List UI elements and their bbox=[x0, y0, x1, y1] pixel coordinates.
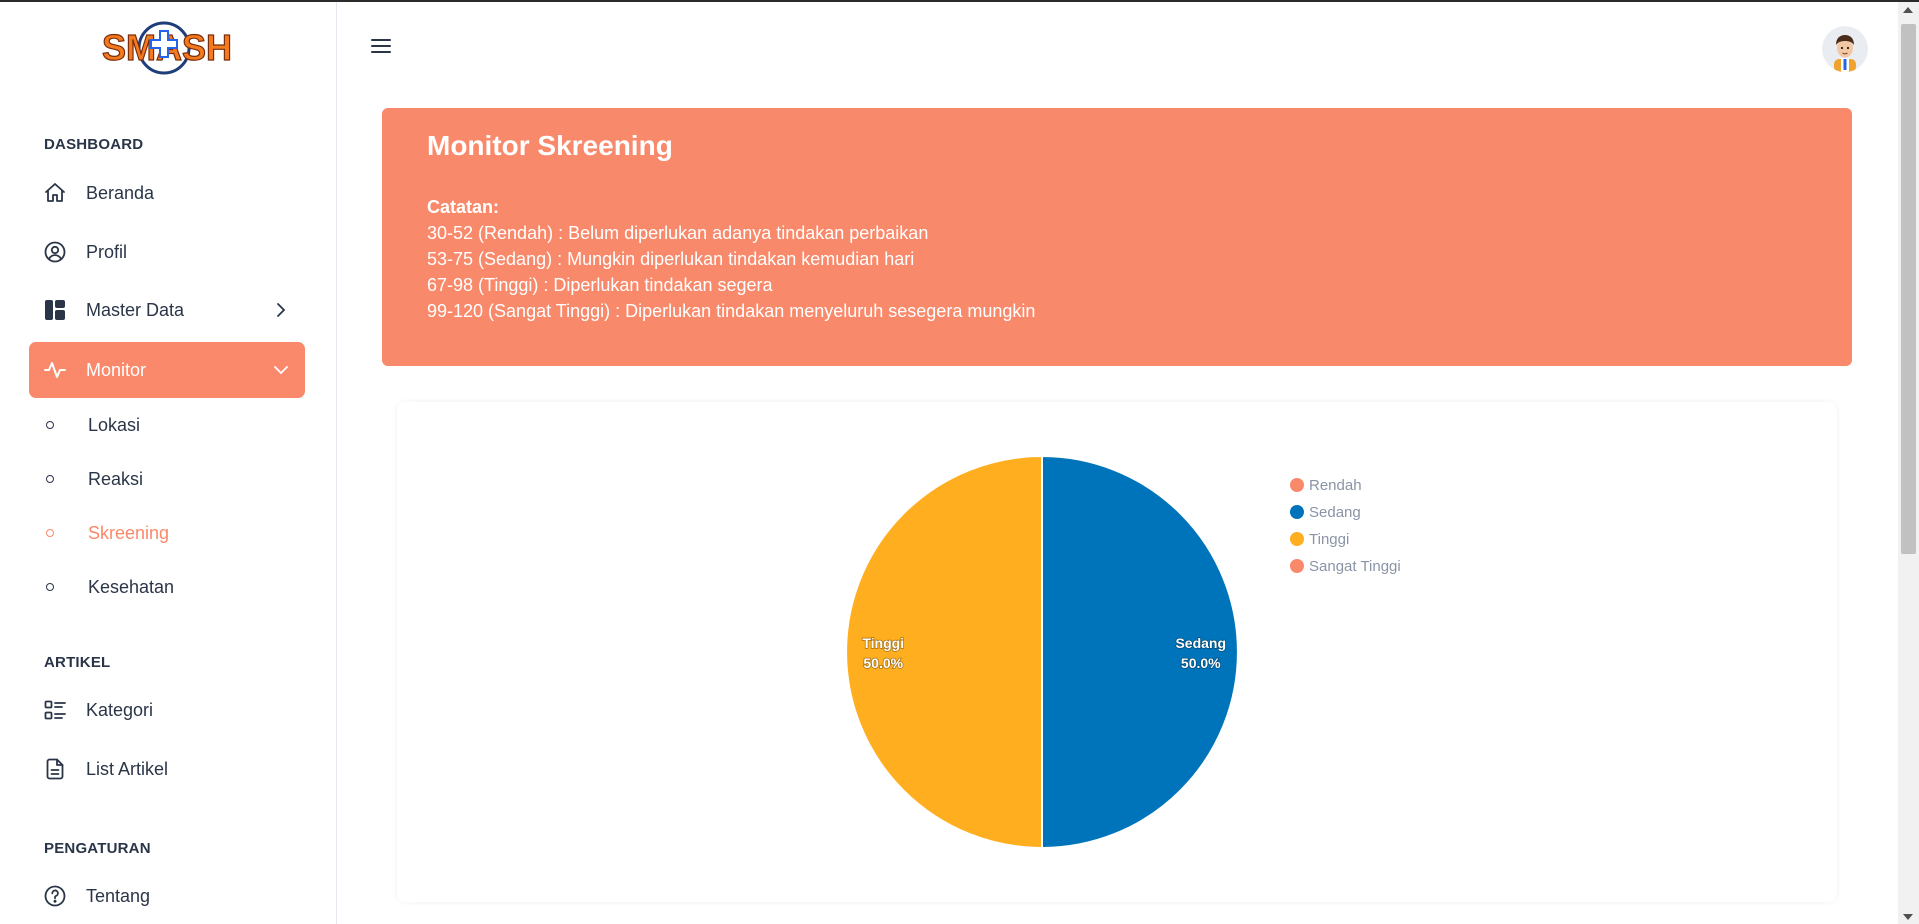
help-circle-icon bbox=[43, 884, 67, 908]
file-text-icon bbox=[43, 757, 67, 781]
scrollbar-thumb[interactable] bbox=[1901, 24, 1916, 554]
screening-info-banner: Monitor Skreening Catatan: 30-52 (Rendah… bbox=[382, 108, 1852, 366]
note-line-tinggi: 67-98 (Tinggi) : Diperlukan tindakan seg… bbox=[427, 275, 773, 295]
legend-item-rendah[interactable]: Rendah bbox=[1290, 477, 1362, 494]
scroll-up-arrow-icon[interactable] bbox=[1903, 7, 1913, 13]
smash-logo[interactable]: SMASH bbox=[100, 16, 235, 76]
legend-marker bbox=[1290, 532, 1304, 546]
user-avatar[interactable] bbox=[1822, 26, 1868, 72]
sidebar-subitem-label: Reaksi bbox=[88, 468, 144, 489]
menu-toggle-icon[interactable] bbox=[368, 34, 394, 58]
notes-heading: Catatan: bbox=[427, 197, 500, 217]
section-title-artikel: ARTIKEL bbox=[44, 654, 111, 671]
sidebar-item-label: Master Data bbox=[86, 299, 185, 320]
screening-chart-card: Sedang 50.0% Tinggi 50.0% Rendah Sedang Tinggi… bbox=[397, 402, 1837, 902]
note-line-rendah: 30-52 (Rendah) : Belum diperlukan adanya… bbox=[427, 223, 929, 243]
sidebar-subitem-lokasi[interactable]: Lokasi bbox=[44, 405, 304, 445]
sidebar-subitem-label: Lokasi bbox=[88, 414, 141, 435]
layout-icon bbox=[43, 298, 67, 322]
sidebar: SMASH DASHBOARD Beranda Profil Master Da… bbox=[0, 2, 337, 924]
circle-bullet-icon bbox=[46, 421, 54, 429]
section-title-dashboard: DASHBOARD bbox=[44, 136, 144, 153]
sidebar-item-label: Tentang bbox=[86, 885, 151, 906]
sidebar-item-label: Profil bbox=[86, 241, 128, 262]
legend-marker bbox=[1290, 559, 1304, 573]
legend-label: Tinggi bbox=[1309, 531, 1349, 548]
sidebar-subitem-label: Kesehatan bbox=[88, 576, 175, 597]
legend-label: Rendah bbox=[1309, 477, 1362, 494]
sidebar-item-beranda[interactable]: Beranda bbox=[29, 165, 305, 221]
sidebar-subitem-reaksi[interactable]: Reaksi bbox=[44, 459, 304, 499]
sidebar-item-monitor[interactable]: Monitor bbox=[29, 342, 305, 398]
user-circle-icon bbox=[43, 240, 67, 264]
legend-item-tinggi[interactable]: Tinggi bbox=[1290, 531, 1349, 548]
note-line-sangat-tinggi: 99-120 (Sangat Tinggi) : Diperlukan tind… bbox=[427, 301, 1036, 321]
pie-slice-tinggi[interactable] bbox=[845, 454, 1043, 850]
legend-label: Sedang bbox=[1309, 504, 1361, 521]
scroll-down-arrow-icon[interactable] bbox=[1903, 914, 1913, 920]
circle-bullet-icon bbox=[46, 529, 54, 537]
note-line-sedang: 53-75 (Sedang) : Mungkin diperlukan tind… bbox=[427, 249, 915, 269]
sidebar-item-label: List Artikel bbox=[86, 758, 169, 779]
sidebar-subitem-skreening[interactable]: Skreening bbox=[44, 513, 304, 553]
list-details-icon bbox=[43, 698, 67, 722]
legend-label: Sangat Tinggi bbox=[1309, 558, 1401, 575]
sidebar-item-label: Beranda bbox=[86, 182, 155, 203]
section-title-pengaturan: PENGATURAN bbox=[44, 840, 151, 857]
sidebar-item-label: Kategori bbox=[86, 699, 154, 720]
home-icon bbox=[43, 181, 67, 205]
legend-marker bbox=[1290, 478, 1304, 492]
sidebar-item-profil[interactable]: Profil bbox=[29, 224, 305, 280]
circle-bullet-icon bbox=[46, 475, 54, 483]
chevron-right-icon bbox=[277, 303, 286, 317]
page-title: Monitor Skreening bbox=[427, 130, 673, 161]
sidebar-item-list-artikel[interactable]: List Artikel bbox=[29, 741, 305, 797]
pie-slice-sedang[interactable] bbox=[1041, 454, 1239, 850]
sidebar-item-kategori[interactable]: Kategori bbox=[29, 682, 305, 738]
sidebar-subitem-kesehatan[interactable]: Kesehatan bbox=[44, 567, 304, 607]
sidebar-item-label: Monitor bbox=[86, 359, 147, 380]
circle-bullet-icon bbox=[46, 583, 54, 591]
sidebar-item-tentang[interactable]: Tentang bbox=[29, 868, 305, 924]
sidebar-item-master-data[interactable]: Master Data bbox=[29, 282, 305, 338]
sidebar-subitem-label: Skreening bbox=[88, 522, 170, 543]
legend-item-sangat-tinggi[interactable]: Sangat Tinggi bbox=[1290, 558, 1401, 575]
activity-icon bbox=[43, 358, 67, 382]
legend-item-sedang[interactable]: Sedang bbox=[1290, 504, 1361, 521]
screening-pie-chart: Sedang 50.0%Tinggi 50.0%RendahSedangTinggi… bbox=[845, 454, 1401, 850]
chevron-down-icon bbox=[274, 366, 288, 375]
legend-marker bbox=[1290, 505, 1304, 519]
